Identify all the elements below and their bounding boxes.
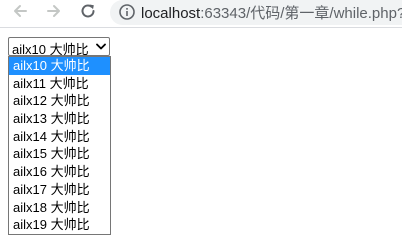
select-option[interactable]: ailx13 大帅比	[9, 110, 110, 128]
forward-arrow-icon	[47, 5, 60, 17]
url-path: :63343/代码/第一章/while.php?	[200, 5, 402, 22]
select-option[interactable]: ailx16 大帅比	[9, 163, 110, 181]
forward-button[interactable]	[42, 0, 66, 22]
select-option[interactable]: ailx11 大帅比	[9, 75, 110, 93]
select-option[interactable]: ailx10 大帅比	[9, 57, 110, 75]
select-option[interactable]: ailx14 大帅比	[9, 128, 110, 146]
select-option[interactable]: ailx19 大帅比	[9, 216, 110, 234]
name-select[interactable]: ailx10 大帅比	[8, 37, 110, 57]
select-option[interactable]: ailx17 大帅比	[9, 181, 110, 199]
back-arrow-icon	[14, 5, 27, 17]
toolbar-divider	[0, 27, 402, 28]
url-host: localhost	[141, 5, 201, 22]
url-text: localhost:63343/代码/第一章/while.php?	[141, 2, 402, 23]
select-dropdown-list: ailx10 大帅比 ailx11 大帅比 ailx12 大帅比 ailx13 …	[8, 56, 111, 235]
back-button[interactable]	[8, 0, 32, 22]
address-bar[interactable]: localhost:63343/代码/第一章/while.php?	[110, 0, 402, 25]
select-option[interactable]: ailx15 大帅比	[9, 145, 110, 163]
select-option[interactable]: ailx18 大帅比	[9, 199, 110, 217]
browser-toolbar: localhost:63343/代码/第一章/while.php?	[0, 0, 402, 28]
chevron-down-icon	[96, 43, 106, 50]
reload-button[interactable]	[76, 0, 100, 22]
info-icon[interactable]	[118, 3, 136, 21]
select-option[interactable]: ailx12 大帅比	[9, 92, 110, 110]
reload-icon	[81, 4, 95, 18]
